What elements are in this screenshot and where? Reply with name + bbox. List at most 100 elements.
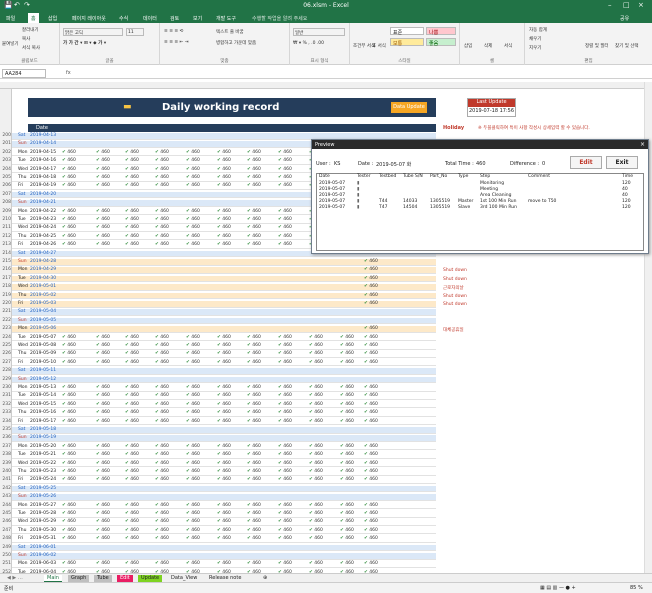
work-cell[interactable]: ✔ 460	[96, 393, 110, 398]
work-cell[interactable]: ✔ 460	[364, 343, 378, 348]
work-cell[interactable]: ✔ 460	[186, 519, 200, 524]
preview-cell[interactable]: move to T50	[528, 199, 556, 204]
date-cell[interactable]: 2019-05-09	[30, 351, 56, 356]
work-cell[interactable]: ✔ 460	[278, 519, 292, 524]
work-cell[interactable]: ✔ 460	[96, 561, 110, 566]
work-cell[interactable]: ✔ 460	[96, 343, 110, 348]
work-cell[interactable]: ✔ 460	[155, 561, 169, 566]
work-cell[interactable]: ✔ 460	[186, 351, 200, 356]
date-cell[interactable]: 2019-05-17	[30, 419, 56, 424]
work-cell[interactable]: ✔ 460	[278, 469, 292, 474]
table-row[interactable]: 216 Mon 2019-04-29 ✔ 460	[2, 267, 436, 275]
table-row[interactable]: 235 Sat 2019-05-18	[2, 427, 436, 434]
work-cell[interactable]: ✔ 460	[96, 452, 110, 457]
work-cell[interactable]: ✔ 460	[278, 183, 292, 188]
work-cell[interactable]: ✔ 460	[217, 477, 231, 482]
work-cell[interactable]: ✔ 460	[155, 385, 169, 390]
work-cell[interactable]: ✔ 460	[340, 402, 354, 407]
table-row[interactable]: 246 Wed 2019-05-29 ✔ 460 ✔ 460 ✔ 460 ✔ 460 ✔ 46…	[2, 519, 436, 527]
table-row[interactable]: 221 Sat 2019-05-04	[2, 309, 436, 317]
work-cell[interactable]: ✔ 460	[125, 360, 139, 365]
date-cell[interactable]: 2019-05-27	[30, 503, 56, 508]
sheet-tab-data-view[interactable]: Data_View	[168, 575, 200, 582]
work-cell[interactable]: ✔ 460	[155, 519, 169, 524]
table-row[interactable]: 236 Sun 2019-05-19	[2, 435, 436, 443]
work-cell[interactable]: ✔ 460	[62, 461, 76, 466]
copy-button[interactable]: 복사	[22, 36, 30, 42]
work-cell[interactable]: ✔ 460	[62, 444, 76, 449]
work-cell[interactable]: ✔ 460	[364, 351, 378, 356]
work-cell[interactable]: ✔ 460	[247, 444, 261, 449]
table-row[interactable]: 230 Mon 2019-05-13 ✔ 460 ✔ 460 ✔ 460 ✔ 460 ✔ 46…	[2, 385, 436, 392]
fill-button[interactable]: 채우기	[529, 36, 541, 42]
work-cell[interactable]: ✔ 460	[247, 360, 261, 365]
work-cell[interactable]: ✔ 460	[278, 234, 292, 239]
work-cell[interactable]: ✔ 460	[340, 519, 354, 524]
preview-cell[interactable]: 2019-05-07	[319, 199, 345, 204]
work-cell[interactable]: ✔ 460	[364, 276, 378, 281]
work-cell[interactable]: ✔ 460	[155, 225, 169, 230]
work-cell[interactable]: ✔ 460	[340, 536, 354, 541]
work-cell[interactable]: ✔ 460	[125, 167, 139, 172]
work-cell[interactable]: ✔ 460	[247, 217, 261, 222]
date-cell[interactable]: 2019-04-16	[30, 158, 56, 163]
work-cell[interactable]: ✔ 460	[155, 335, 169, 340]
date-cell[interactable]: 2019-04-30	[30, 276, 56, 281]
clear-button[interactable]: 지우기	[529, 45, 541, 51]
paste-button[interactable]: 붙여넣기	[2, 41, 19, 47]
work-cell[interactable]: ✔ 460	[217, 410, 231, 415]
work-cell[interactable]: ✔ 460	[96, 503, 110, 508]
work-cell[interactable]: ✔ 460	[278, 419, 292, 424]
table-row[interactable]: 243 Sun 2019-05-26	[2, 494, 436, 501]
work-cell[interactable]: ✔ 460	[278, 167, 292, 172]
table-row[interactable]: 241 Fri 2019-05-24 ✔ 460 ✔ 460 ✔ 460 ✔ 460 ✔ 46…	[2, 477, 436, 485]
date-cell[interactable]: 2019-05-16	[30, 410, 56, 415]
preview-cell[interactable]: 3rd 100 Min Run	[480, 205, 517, 210]
work-cell[interactable]: ✔ 460	[155, 536, 169, 541]
work-cell[interactable]: ✔ 460	[155, 360, 169, 365]
work-cell[interactable]: ✔ 460	[217, 217, 231, 222]
work-cell[interactable]: ✔ 460	[217, 519, 231, 524]
table-row[interactable]: 228 Sat 2019-05-11	[2, 368, 436, 375]
work-cell[interactable]: ✔ 460	[278, 410, 292, 415]
work-cell[interactable]: ✔ 460	[155, 242, 169, 247]
work-cell[interactable]: ✔ 460	[96, 150, 110, 155]
insert-cells-button[interactable]: 삽입	[464, 43, 472, 49]
work-cell[interactable]: ✔ 460	[278, 360, 292, 365]
share-button[interactable]: 공유	[620, 15, 629, 22]
work-cell[interactable]: ✔ 460	[125, 444, 139, 449]
date-cell[interactable]: 2019-05-03	[30, 301, 56, 306]
work-cell[interactable]: ✔ 460	[309, 393, 323, 398]
table-row[interactable]: 249 Sat 2019-06-01	[2, 544, 436, 552]
work-cell[interactable]: ✔ 460	[217, 385, 231, 390]
work-cell[interactable]: ✔ 460	[340, 360, 354, 365]
preview-cell[interactable]: 120	[622, 181, 631, 186]
date-cell[interactable]: 2019-05-19	[30, 435, 56, 440]
work-cell[interactable]: ✔ 460	[125, 150, 139, 155]
work-cell[interactable]: ✔ 460	[125, 183, 139, 188]
table-row[interactable]: 247 Thu 2019-05-30 ✔ 460 ✔ 460 ✔ 460 ✔ 460 ✔ 46…	[2, 527, 436, 535]
work-cell[interactable]: ✔ 460	[62, 225, 76, 230]
work-cell[interactable]: ✔ 460	[340, 503, 354, 508]
table-row[interactable]: 238 Tue 2019-05-21 ✔ 460 ✔ 460 ✔ 460 ✔ 460 ✔ 46…	[2, 452, 436, 459]
find-select-button[interactable]: 찾기 및 선택	[615, 43, 639, 49]
work-cell[interactable]: ✔ 460	[186, 444, 200, 449]
work-cell[interactable]: ✔ 460	[217, 225, 231, 230]
date-cell[interactable]: 2019-04-19	[30, 183, 56, 188]
work-cell[interactable]: ✔ 460	[186, 528, 200, 533]
date-cell[interactable]: 2019-04-26	[30, 242, 56, 247]
work-cell[interactable]: ✔ 460	[364, 536, 378, 541]
date-cell[interactable]: 2019-05-01	[30, 284, 56, 289]
work-cell[interactable]: ✔ 460	[155, 461, 169, 466]
table-row[interactable]: 251 Mon 2019-06-03 ✔ 460 ✔ 460 ✔ 460 ✔ 460 ✔ 46…	[2, 561, 436, 569]
work-cell[interactable]: ✔ 460	[155, 175, 169, 180]
work-cell[interactable]: ✔ 460	[309, 477, 323, 482]
cut-button[interactable]: 잘라내기	[22, 27, 39, 33]
work-cell[interactable]: ✔ 460	[62, 209, 76, 214]
work-cell[interactable]: ✔ 460	[186, 469, 200, 474]
work-cell[interactable]: ✔ 460	[340, 511, 354, 516]
work-cell[interactable]: ✔ 460	[247, 511, 261, 516]
work-cell[interactable]: ✔ 460	[62, 452, 76, 457]
work-cell[interactable]: ✔ 460	[278, 209, 292, 214]
date-cell[interactable]: 2019-06-02	[30, 553, 56, 558]
